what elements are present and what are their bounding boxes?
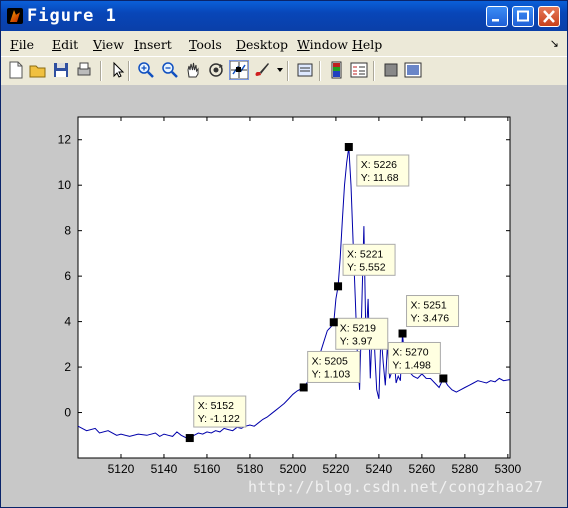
datatip-x-label: X: 5219	[340, 322, 376, 334]
toolbar-separator	[287, 61, 289, 81]
y-tick-label: 8	[64, 224, 71, 238]
open-file-icon[interactable]	[29, 61, 47, 79]
menu-mnemonic: W	[297, 37, 310, 52]
menu-desktop[interactable]: Desktop	[236, 37, 288, 52]
zoom-in-icon[interactable]	[137, 61, 155, 79]
datatip-x-label: X: 5205	[312, 355, 348, 367]
x-tick-label: 5200	[280, 462, 307, 476]
menu-mnemonic: F	[10, 37, 19, 52]
matlab-logo-icon	[7, 8, 23, 24]
datatip-x-label: X: 5221	[347, 248, 383, 260]
menu-label-rest: iew	[101, 37, 124, 52]
data-cursor-icon[interactable]	[229, 60, 249, 80]
x-tick-label: 5280	[452, 462, 479, 476]
datatip-x-label: X: 5226	[361, 159, 397, 171]
menu-mnemonic: V	[93, 37, 102, 52]
window-title: Figure 1	[27, 6, 117, 26]
datatip-x-label: X: 5152	[198, 400, 234, 412]
minimize-icon	[492, 19, 499, 22]
pan-hand-icon[interactable]	[184, 61, 202, 79]
x-tick-label: 5220	[323, 462, 350, 476]
plot-area[interactable]: 5120 5140 5160 5180 5200 5220 5240 5260 5280 5300…	[0, 84, 566, 506]
datatip-y-label: Y: 3.476	[411, 313, 450, 325]
menu-label-rest: elp	[362, 37, 383, 52]
x-tick-label: 5300	[494, 462, 521, 476]
x-tick-label: 5260	[409, 462, 436, 476]
menu-mnemonic: H	[352, 37, 363, 52]
menu-mnemonic: D	[236, 37, 247, 52]
x-tick-label: 5160	[194, 462, 221, 476]
insert-colorbar-icon[interactable]	[328, 61, 346, 79]
datatip-marker	[344, 143, 353, 152]
datatip-marker	[439, 374, 448, 383]
menu-bar: ↘ File Edit View Insert Tools Desktop Window He…	[1, 33, 567, 55]
link-plot-icon[interactable]	[296, 61, 314, 79]
watermark-text: http://blog.csdn.net/congzhao27	[248, 478, 544, 496]
menu-label-rest: dit	[61, 37, 79, 52]
minimize-button[interactable]	[486, 6, 508, 27]
new-figure-icon[interactable]	[7, 61, 25, 79]
toolbar-separator	[319, 61, 321, 81]
toolbar-separator	[373, 61, 375, 81]
brush-icon[interactable]	[253, 61, 271, 79]
datatip-y-label: Y: -1.122	[198, 413, 240, 425]
menu-window[interactable]: Window	[297, 37, 348, 52]
x-tick-label: 5140	[151, 462, 178, 476]
maximize-button[interactable]	[512, 6, 534, 27]
menu-label-rest: nsert	[138, 37, 172, 52]
menu-help[interactable]: Help	[352, 37, 382, 52]
menu-tools[interactable]: Tools	[189, 37, 222, 52]
datatip-y-label: Y: 3.97	[340, 335, 373, 347]
x-tick-label: 5240	[366, 462, 393, 476]
x-tick-label: 5120	[108, 462, 135, 476]
toolbar-separator	[100, 61, 102, 81]
y-tick-label: 2	[64, 360, 71, 374]
show-plot-tools-icon[interactable]	[404, 61, 422, 79]
datatip-marker	[398, 329, 407, 338]
datatip-y-label: Y: 11.68	[361, 172, 399, 184]
menu-insert[interactable]: Insert	[134, 37, 172, 52]
select-arrow-icon[interactable]	[109, 61, 127, 79]
close-button[interactable]	[538, 6, 560, 27]
menu-label-rest: ile	[18, 37, 35, 52]
datatip-y-label: Y: 5.552	[347, 261, 386, 273]
hide-plot-tools-icon[interactable]	[382, 61, 400, 79]
maximize-icon	[517, 10, 529, 22]
y-tick-label: 0	[64, 406, 71, 420]
datatip-marker	[329, 318, 338, 327]
menu-view[interactable]: View	[93, 37, 124, 52]
datatip-marker	[185, 434, 194, 443]
menu-label-rest: indow	[309, 37, 348, 52]
zoom-out-icon[interactable]	[161, 61, 179, 79]
menu-label-rest: esktop	[246, 37, 288, 52]
datatip-y-label: Y: 1.103	[312, 368, 351, 380]
y-tick-label: 10	[58, 178, 72, 192]
title-bar[interactable]: Figure 1	[1, 1, 567, 31]
y-tick-label: 4	[64, 315, 71, 329]
figure-toolbar	[1, 56, 567, 86]
print-icon[interactable]	[75, 61, 93, 79]
rotate-3d-icon[interactable]	[207, 61, 225, 79]
datatip-y-label: Y: 1.498	[392, 359, 431, 371]
datatip-x-label: X: 5251	[411, 300, 447, 312]
insert-legend-icon[interactable]	[350, 61, 368, 79]
datatip-marker	[334, 282, 343, 291]
y-tick-label: 6	[64, 269, 71, 283]
save-icon[interactable]	[52, 61, 70, 79]
menu-file[interactable]: File	[10, 37, 34, 52]
close-icon	[543, 10, 555, 23]
x-tick-label: 5180	[237, 462, 264, 476]
toolbar-separator	[128, 61, 130, 81]
dock-arrow-icon[interactable]: ↘	[550, 37, 559, 50]
menu-label-rest: ools	[196, 37, 222, 52]
brush-dropdown-icon[interactable]	[274, 61, 292, 79]
menu-edit[interactable]: Edit	[52, 37, 78, 52]
y-tick-label: 12	[58, 133, 72, 147]
axes-box	[77, 116, 511, 459]
menu-mnemonic: E	[52, 37, 62, 52]
datatip-marker	[299, 383, 308, 392]
datatip-x-label: X: 5270	[392, 346, 428, 358]
